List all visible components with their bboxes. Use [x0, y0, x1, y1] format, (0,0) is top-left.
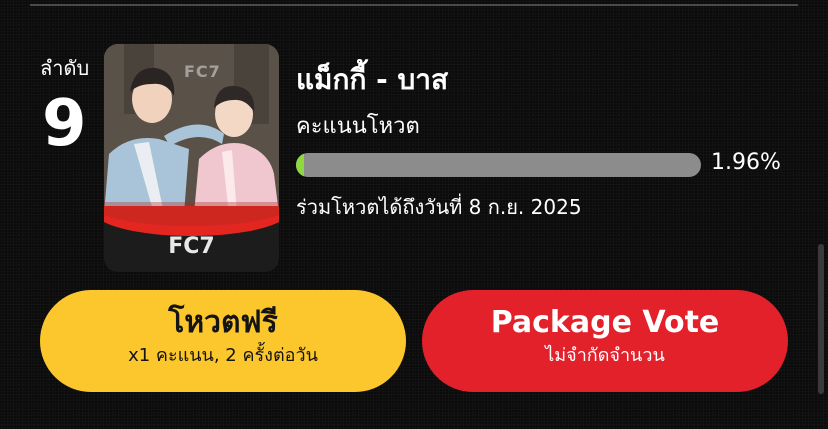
vote-progress-bar	[296, 153, 701, 177]
vote-progress-fill	[296, 153, 304, 177]
vote-deadline-text: ร่วมโหวตได้ถึงวันที่ 8 ก.ย. 2025	[296, 195, 582, 219]
package-vote-subtitle: ไม่จำกัดจำนวน	[545, 345, 665, 366]
free-vote-title: โหวตฟรี	[168, 305, 278, 340]
scrollbar[interactable]	[818, 244, 824, 394]
candidate-photo: FC7	[104, 44, 279, 214]
thumbnail-caption: FC7	[168, 234, 215, 259]
rank-label: ลำดับ	[40, 56, 90, 80]
thumbnail-watermark: FC7	[184, 62, 221, 81]
top-divider	[30, 4, 798, 6]
vote-percentage: 1.96%	[711, 150, 781, 175]
candidate-name: แม็กกี้ - บาส	[296, 63, 449, 96]
vote-score-label: คะแนนโหวต	[296, 114, 420, 139]
rank-number: 9	[42, 87, 87, 161]
free-vote-button[interactable]: โหวตฟรี x1 คะแนน, 2 ครั้งต่อวัน	[40, 290, 406, 392]
free-vote-subtitle: x1 คะแนน, 2 ครั้งต่อวัน	[128, 345, 318, 366]
package-vote-title: Package Vote	[490, 305, 720, 340]
candidate-thumbnail[interactable]: FC7 FC7	[104, 44, 279, 272]
package-vote-button[interactable]: Package Vote ไม่จำกัดจำนวน	[422, 290, 788, 392]
